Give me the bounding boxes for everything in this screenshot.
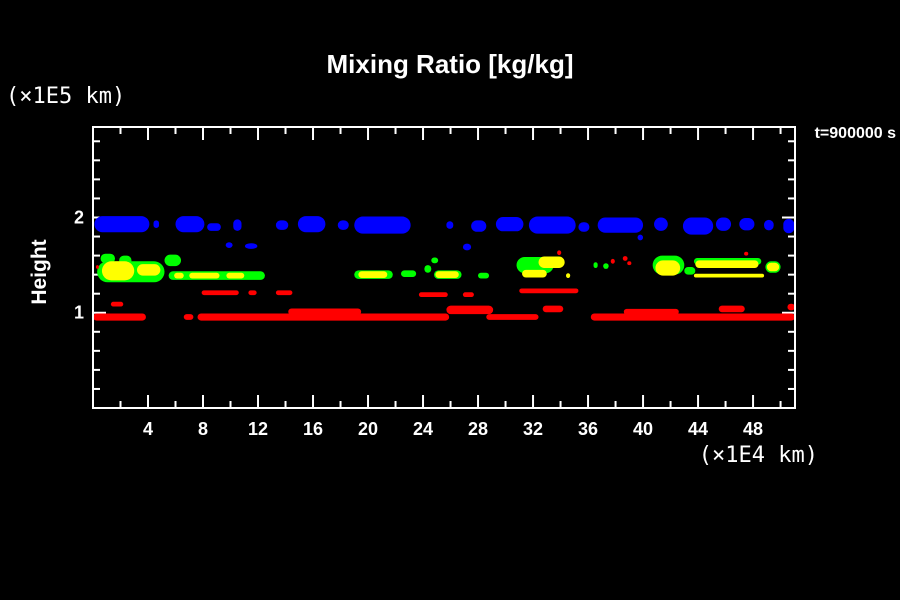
- lower-band-red-blob: [591, 313, 795, 320]
- upper-cloud-band-blue-blob: [529, 217, 576, 234]
- mid-cloud-green-blob: [165, 255, 182, 266]
- mid-cloud-yellow-blob: [566, 273, 570, 278]
- x-tick-label: 16: [303, 419, 323, 439]
- upper-cloud-band-blue-blob: [207, 223, 221, 231]
- mid-cloud-green-blob: [431, 257, 438, 263]
- lower-band-red-dot: [627, 261, 631, 265]
- lower-band-red-blob: [111, 302, 123, 307]
- lower-band-red-dot: [623, 256, 628, 261]
- upper-cloud-band-blue-blob: [154, 220, 160, 228]
- upper-cloud-band-blue-blob: [233, 219, 241, 230]
- upper-cloud-band-blue-blob: [354, 217, 410, 234]
- lower-band-red-blob: [719, 306, 745, 313]
- mid-cloud-yellow-blob: [174, 273, 184, 279]
- mid-cloud-yellow-blob: [358, 271, 387, 278]
- mid-cloud-green-blob: [424, 265, 431, 273]
- upper-cloud-band-blue-blob: [471, 220, 486, 231]
- mid-cloud-yellow-blob: [102, 261, 134, 280]
- mid-cloud-green-blob: [478, 273, 489, 279]
- upper-cloud-band-blue-blob: [176, 216, 205, 232]
- plot-area: 481216202428323640444812: [0, 0, 900, 600]
- lower-band-red-blob: [519, 288, 578, 293]
- upper-cloud-band-blue-blob: [654, 217, 668, 230]
- upper-cloud-band-blue-blob: [94, 216, 149, 232]
- mid-cloud-yellow-blob: [226, 273, 244, 279]
- x-tick-label: 44: [688, 419, 708, 439]
- mid-cloud-green-blob: [401, 270, 416, 277]
- upper-cloud-band-blue-blob: [578, 222, 589, 232]
- upper-cloud-band-blue-dot: [245, 243, 257, 249]
- y-tick-label: 1: [74, 303, 84, 323]
- lower-band-red-blob: [248, 290, 256, 295]
- lower-band-red-blob: [446, 306, 493, 315]
- upper-cloud-band-blue-blob: [276, 220, 288, 230]
- upper-cloud-band-blue-blob: [446, 221, 453, 229]
- upper-cloud-band-blue-blob: [496, 217, 524, 231]
- upper-cloud-band-blue-blob: [764, 220, 774, 230]
- upper-cloud-band-blue-blob: [598, 217, 643, 232]
- mid-cloud-green-blob: [684, 267, 695, 275]
- x-tick-label: 24: [413, 419, 433, 439]
- y-tick-label: 2: [74, 207, 84, 227]
- lower-band-red-blob: [202, 290, 239, 295]
- lower-band-red-blob: [93, 313, 146, 320]
- upper-cloud-band-blue-blob: [338, 220, 349, 230]
- x-tick-label: 32: [523, 419, 543, 439]
- mid-cloud-yellow-blob: [695, 260, 758, 268]
- upper-cloud-band-blue-blob: [716, 217, 731, 230]
- x-tick-label: 12: [248, 419, 268, 439]
- mid-cloud-yellow-blob: [189, 273, 219, 279]
- lower-band-red-blob: [288, 308, 361, 315]
- lower-band-red-blob: [184, 314, 194, 320]
- x-tick-label: 20: [358, 419, 378, 439]
- x-tick-label: 4: [143, 419, 153, 439]
- mid-cloud-green-blob: [594, 262, 598, 268]
- x-tick-label: 40: [633, 419, 653, 439]
- mid-cloud-yellow-blob: [522, 270, 547, 278]
- lower-band-red-blob: [419, 292, 448, 297]
- upper-cloud-band-blue-blob: [683, 217, 713, 234]
- x-tick-label: 28: [468, 419, 488, 439]
- upper-cloud-band-blue-blob: [783, 219, 794, 233]
- plot-window: Mixing Ratio [kg/kg] (×1E5 km) t=900000 …: [0, 0, 900, 600]
- lower-band-red-blob: [463, 292, 474, 297]
- mid-cloud-yellow-blob: [767, 263, 779, 272]
- x-tick-label: 8: [198, 419, 208, 439]
- x-tick-label: 48: [743, 419, 763, 439]
- mid-cloud-yellow-blob: [137, 264, 160, 275]
- lower-band-red-blob: [624, 309, 679, 315]
- upper-cloud-band-blue-dot: [638, 235, 644, 241]
- lower-band-red-dot: [557, 250, 561, 255]
- x-tick-label: 36: [578, 419, 598, 439]
- mid-cloud-yellow-blob: [539, 257, 565, 268]
- lower-band-red-dot: [611, 259, 615, 264]
- lower-band-red-blob: [787, 304, 795, 311]
- upper-cloud-band-blue-blob: [298, 216, 326, 232]
- mid-cloud-green-blob: [603, 263, 609, 269]
- upper-cloud-band-blue-dot: [226, 242, 233, 248]
- lower-band-red-blob: [276, 290, 293, 295]
- upper-cloud-band-blue-blob: [739, 218, 754, 230]
- lower-band-red-blob: [486, 314, 538, 320]
- upper-cloud-band-blue-dot: [463, 244, 471, 251]
- mid-cloud-yellow-blob: [694, 274, 764, 278]
- mid-cloud-yellow-blob: [435, 271, 458, 278]
- lower-band-red-dot: [744, 252, 748, 256]
- mid-cloud-yellow-blob: [655, 260, 680, 275]
- lower-band-red-blob: [543, 306, 564, 313]
- lower-band-red-dot: [96, 265, 99, 269]
